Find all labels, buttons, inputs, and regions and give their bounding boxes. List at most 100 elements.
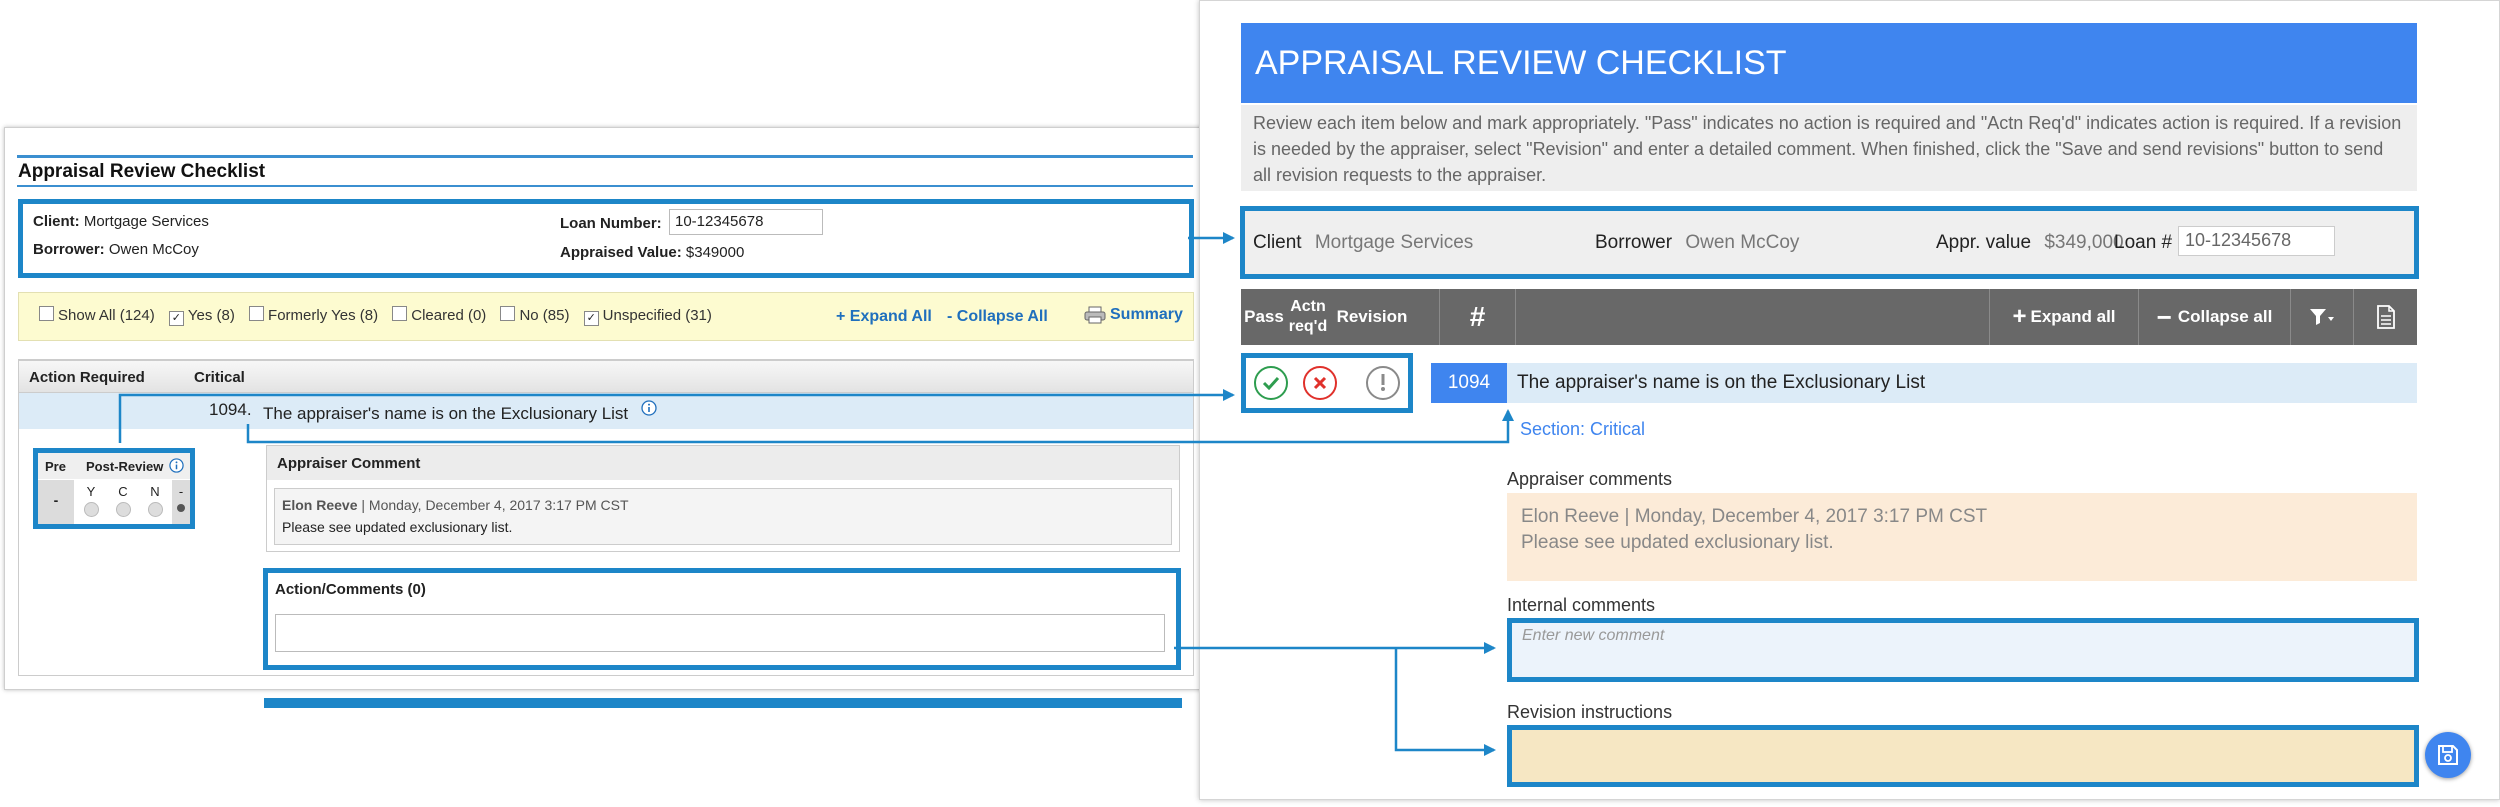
new-page-title: APPRAISAL REVIEW CHECKLIST — [1255, 44, 1787, 82]
status-buttons — [1241, 353, 1413, 413]
section-link[interactable]: Section: Critical — [1520, 419, 1645, 440]
checklist-row[interactable]: 1094. The appraiser's name is on the Exc… — [19, 393, 1193, 429]
col-action-required: Action Required — [29, 369, 145, 386]
col-critical: Critical — [194, 369, 245, 386]
filter-formerly-yes[interactable]: Formerly Yes (8) — [249, 306, 378, 324]
filter-button[interactable] — [2291, 289, 2353, 345]
col-number[interactable]: # — [1440, 289, 1515, 345]
pre-label: Pre — [45, 459, 66, 474]
appraised-line: Appraised Value: $349000 — [560, 244, 744, 261]
col-pass[interactable]: Pass — [1241, 289, 1287, 345]
revision-instructions-input[interactable] — [1507, 725, 2419, 787]
collapse-all-button[interactable]: − Collapse all — [2139, 289, 2290, 345]
radio-icon[interactable] — [83, 502, 99, 517]
table-header: Action Required Critical — [19, 360, 1193, 393]
checkbox-icon[interactable] — [249, 306, 265, 321]
comment-text: Please see updated exclusionary list. — [1521, 532, 1834, 553]
internal-comments-label: Internal comments — [1507, 595, 1656, 615]
appraised-label: Appraised Value: — [560, 244, 682, 261]
loan-label: Loan Number: — [560, 215, 662, 232]
header-bar: APPRAISAL REVIEW CHECKLIST — [1241, 23, 2417, 103]
new-client-info: Client Mortgage Services Borrower Owen M… — [1240, 206, 2419, 279]
summary-button[interactable]: Summary — [1084, 306, 1183, 324]
client-value: Mortgage Services — [1314, 232, 1474, 253]
loan-number-field[interactable]: 10-12345678 — [2178, 226, 2335, 256]
action-required-button[interactable] — [1303, 366, 1337, 400]
col-actn-reqd[interactable]: Actn req'd — [1288, 289, 1328, 345]
col-revision[interactable]: Revision — [1333, 289, 1411, 345]
filter-list: Show All (124) ✓ Yes (8) Formerly Yes (8)… — [39, 306, 712, 326]
filter-bar: Show All (124) ✓ Yes (8) Formerly Yes (8)… — [18, 292, 1194, 341]
expand-all-button[interactable]: + Expand all — [1990, 289, 2138, 345]
summary-label: Summary — [1110, 306, 1183, 323]
action-comments-header: Action/Comments (0) — [268, 573, 1176, 605]
x-icon — [1313, 376, 1327, 390]
item-number: 1094. — [209, 400, 252, 419]
checklist-row[interactable]: The appraiser's name is on the Exclusion… — [1507, 363, 2417, 403]
review-header: Pre Post-Review — [38, 453, 190, 479]
appr-value-field: Appr. value $349,000 — [1936, 232, 2124, 254]
borrower-value: Owen McCoy — [108, 241, 199, 258]
comment-date: | Monday, December 4, 2017 3:17 PM CST — [361, 497, 629, 513]
expand-all-link[interactable]: + Expand All — [836, 308, 932, 326]
comment-meta: Elon Reeve | Monday, December 4, 2017 3:… — [1521, 504, 2403, 530]
exclamation-icon — [1381, 374, 1385, 391]
appraiser-comment-title: Appraiser Comment — [277, 455, 421, 472]
revision-button[interactable] — [1366, 366, 1400, 400]
filter-show-all[interactable]: Show All (124) — [39, 306, 155, 324]
checkbox-icon[interactable] — [392, 306, 408, 321]
appr-value: $349,000 — [2044, 232, 2124, 253]
option-c[interactable]: C — [108, 480, 138, 524]
appr-value-label: Appr. value — [1936, 232, 2032, 253]
item-number-badge: 1094 — [1431, 363, 1507, 403]
comment-author: Elon Reeve — [282, 497, 358, 513]
radio-icon[interactable] — [147, 502, 163, 517]
save-icon — [2438, 745, 2458, 765]
appraiser-comment-card: Elon Reeve | Monday, December 4, 2017 3:… — [1507, 493, 2417, 581]
client-field: Client Mortgage Services — [1253, 232, 1473, 254]
client-line: Client: Mortgage Services — [33, 213, 209, 230]
action-comments-box: Action/Comments (0) — [263, 568, 1181, 670]
old-page-title: Appraisal Review Checklist — [18, 161, 266, 182]
appraiser-comment-header: Appraiser Comment — [267, 446, 1179, 480]
save-button[interactable] — [2425, 732, 2471, 778]
post-review-label: Post-Review — [86, 459, 164, 474]
appraiser-comments-label: Appraiser comments — [1507, 469, 1673, 489]
checkbox-icon[interactable] — [39, 306, 54, 321]
info-icon[interactable] — [169, 458, 184, 473]
item-text: The appraiser's name is on the Exclusion… — [1517, 372, 1926, 393]
radio-selected-icon[interactable] — [177, 504, 185, 512]
filter-no[interactable]: No (85) — [500, 306, 570, 324]
info-icon[interactable] — [641, 400, 657, 416]
checkbox-checked-icon[interactable]: ✓ — [583, 311, 599, 326]
comment-text: Please see updated exclusionary list. — [282, 519, 513, 535]
internal-comment-input[interactable]: Enter new comment — [1507, 618, 2419, 682]
title-rule — [17, 155, 1193, 158]
plus-icon: + — [2012, 303, 2027, 330]
option-y[interactable]: Y — [76, 480, 106, 524]
option-n[interactable]: N — [140, 480, 170, 524]
filter-yes[interactable]: ✓ Yes (8) — [168, 307, 235, 326]
appraised-value: $349000 — [685, 244, 745, 261]
borrower-line: Borrower: Owen McCoy — [33, 241, 199, 258]
document-button[interactable] — [2354, 289, 2417, 345]
printer-icon — [1084, 306, 1106, 324]
intro-text: Review each item below and mark appropri… — [1241, 105, 2417, 191]
pass-button[interactable] — [1254, 366, 1288, 400]
checkbox-icon[interactable] — [500, 306, 516, 321]
filter-cleared[interactable]: Cleared (0) — [392, 306, 486, 324]
appraiser-comment-body: Elon Reeve | Monday, December 4, 2017 3:… — [274, 488, 1172, 545]
client-label: Client — [1253, 232, 1302, 253]
checkbox-checked-icon[interactable]: ✓ — [168, 311, 184, 326]
loan-label: Loan # — [2114, 232, 2173, 253]
loan-number-field[interactable]: 10-12345678 — [669, 209, 823, 235]
collapse-all-link[interactable]: - Collapse All — [947, 308, 1048, 326]
action-comments-input[interactable] — [275, 614, 1165, 652]
option-dash[interactable]: - — [172, 480, 190, 524]
radio-icon[interactable] — [115, 502, 131, 517]
item-text: The appraiser's name is on the Exclusion… — [263, 404, 629, 423]
borrower-value: Owen McCoy — [1685, 232, 1800, 253]
filter-unspecified[interactable]: ✓ Unspecified (31) — [583, 307, 712, 326]
document-icon — [2376, 305, 2395, 329]
comment-date: | Monday, December 4, 2017 3:17 PM CST — [1624, 506, 1988, 527]
